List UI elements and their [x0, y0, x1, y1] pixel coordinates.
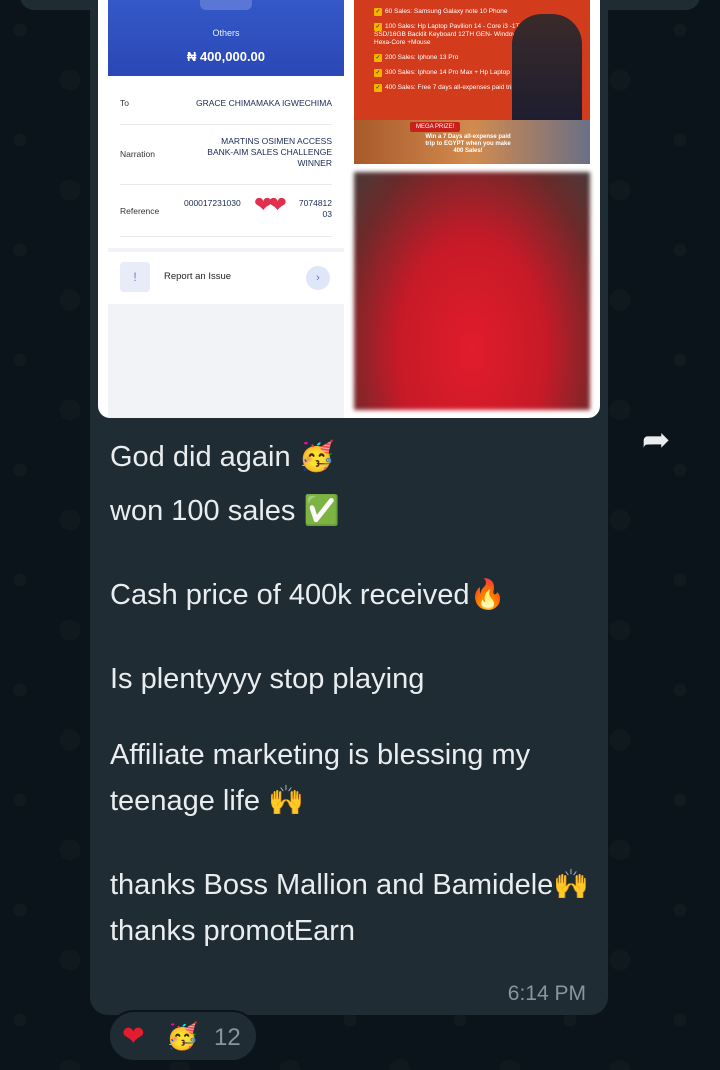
reaction-bar[interactable]: ❤ 🥳 12: [108, 1010, 258, 1062]
media-grid[interactable]: Others ₦ 400,000.00 To GRACE CHIMAMAKA I…: [98, 0, 600, 418]
message-text: God did again 🥳 won 100 sales ✅ Cash pri…: [110, 434, 600, 954]
forward-arrow-icon[interactable]: ➦: [636, 420, 676, 460]
narration-label: Narration: [120, 149, 155, 159]
card-tab: [200, 0, 252, 10]
reference-row: Reference 000017231030 7074812 03: [120, 184, 332, 237]
amount-value: ₦ 400,000.00: [186, 49, 266, 64]
to-value: GRACE CHIMAMAKA IGWECHIMA: [195, 98, 332, 108]
report-issue-row[interactable]: ! Report an Issue ›: [108, 252, 344, 304]
amount-card: Others ₦ 400,000.00: [108, 0, 344, 76]
to-label: To: [120, 98, 129, 108]
message-line: God did again 🥳: [110, 441, 335, 473]
reference-label: Reference: [120, 206, 160, 216]
reference-value-end: 7074812 03: [298, 198, 332, 219]
recipient-row: To GRACE CHIMAMAKA IGWECHIMA: [120, 84, 332, 125]
message-line: Affiliate marketing is blessing my teena…: [110, 739, 531, 817]
message-line: thanks Boss Mallion and Bamidele🙌 thanks…: [110, 869, 590, 947]
message-line: Is plentyyyy stop playing: [110, 663, 425, 695]
report-issue-label: Report an Issue: [164, 271, 232, 282]
info-icon: !: [120, 262, 150, 292]
party-face-reaction-icon: 🥳: [166, 1021, 199, 1051]
heart-stickers-icon: ❤❤: [254, 192, 287, 217]
prize-item: 60 Sales: Samsung Galaxy note 10 Phone: [374, 8, 544, 16]
message-line: won 100 sales ✅: [110, 495, 340, 527]
chevron-right-icon: ›: [306, 266, 330, 290]
blurred-photo[interactable]: [354, 172, 590, 410]
message-timestamp: 6:14 PM: [507, 982, 586, 1005]
promo-image[interactable]: 60 Sales: Samsung Galaxy note 10 Phone 1…: [354, 0, 590, 164]
reference-value-start: 000017231030: [184, 198, 241, 208]
narration-row: Narration MARTINS OSIMEN ACCESS BANK-AIM…: [120, 124, 332, 185]
promo-person: [512, 14, 582, 124]
receipt-image[interactable]: Others ₦ 400,000.00 To GRACE CHIMAMAKA I…: [108, 0, 344, 418]
mega-prize-text: Win a 7 Days all-expense paid trip to EG…: [425, 134, 511, 154]
message-line: Cash price of 400k received🔥: [110, 579, 506, 611]
narration-value: MARTINS OSIMEN ACCESS BANK-AIM SALES CHA…: [207, 136, 332, 168]
reaction-count: 12: [214, 1024, 241, 1051]
mega-prize-badge: MEGA PRIZE!: [410, 122, 461, 132]
heart-reaction-icon: ❤: [122, 1021, 145, 1051]
message-bubble[interactable]: Others ₦ 400,000.00 To GRACE CHIMAMAKA I…: [90, 0, 608, 1015]
category-label: Others: [212, 28, 240, 38]
